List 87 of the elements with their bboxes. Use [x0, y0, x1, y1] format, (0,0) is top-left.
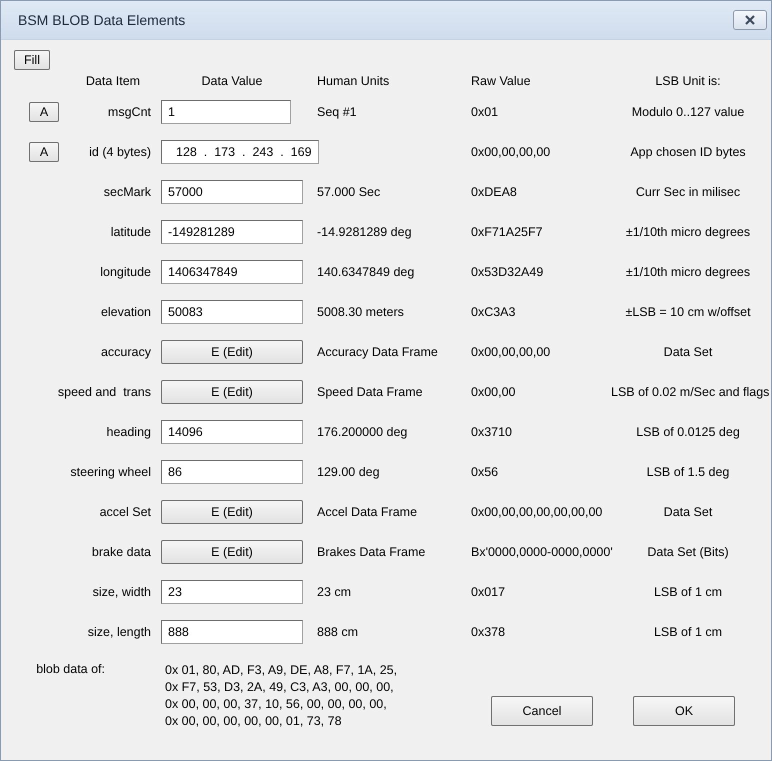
- raw-value: 0x378: [471, 625, 506, 639]
- value-field[interactable]: 14096: [161, 420, 303, 444]
- value-field[interactable]: 57000: [161, 180, 303, 204]
- blob-line: 0x 00, 00, 00, 00, 00, 01, 73, 78: [165, 713, 343, 730]
- blob-label: blob data of:: [35, 662, 106, 678]
- raw-value: 0x00,00,00,00,00,00,00: [471, 505, 604, 519]
- raw-value: 0x00,00,00,00: [471, 345, 552, 359]
- raw-value: 0x017: [471, 585, 506, 599]
- raw-value: 0x00,00: [471, 385, 516, 399]
- value-field[interactable]: 50083: [161, 300, 303, 324]
- lsb-unit: Modulo 0..127 value: [630, 105, 746, 119]
- lsb-unit: LSB of 1 cm: [652, 625, 724, 639]
- edit-button[interactable]: E (Edit): [161, 380, 303, 404]
- human-units: Seq #1: [317, 105, 358, 119]
- lsb-unit: LSB of 1.5 deg: [646, 465, 730, 479]
- raw-value: 0xF71A25F7: [471, 225, 544, 239]
- item-label: size, width: [92, 585, 152, 599]
- raw-value: 0xDEA8: [471, 185, 518, 199]
- human-units: 57.000 Sec: [317, 185, 382, 199]
- human-units: 23 cm: [317, 585, 352, 599]
- raw-value: 0x3710: [471, 425, 514, 439]
- lsb-unit: LSB of 0.0125 deg: [635, 425, 741, 439]
- human-units: -14.9281289 deg: [317, 225, 413, 239]
- item-label: accuracy: [100, 345, 152, 359]
- window-title: BSM BLOB Data Elements: [18, 12, 186, 28]
- item-label: accel Set: [100, 505, 152, 519]
- item-label: speed and trans: [58, 385, 152, 399]
- raw-value: Bx'0000,0000-0000,0000': [471, 545, 611, 559]
- dialog-button[interactable]: Cancel: [491, 696, 593, 726]
- human-units: Brakes Data Frame: [317, 545, 426, 559]
- value-field[interactable]: -149281289: [161, 220, 303, 244]
- edit-button[interactable]: E (Edit): [161, 500, 303, 524]
- human-units: Accel Data Frame: [317, 505, 418, 519]
- value-field[interactable]: 888: [161, 620, 303, 644]
- raw-value: 0x53D32A49: [471, 265, 544, 279]
- raw-value: 0xC3A3: [471, 305, 516, 319]
- item-label: id (4 bytes): [89, 145, 152, 159]
- column-header: LSB Unit is:: [654, 74, 722, 88]
- item-label: steering wheel: [70, 465, 152, 479]
- column-header: Raw Value: [471, 74, 532, 88]
- blob-line: 0x F7, 53, D3, 2A, 49, C3, A3, 00, 00, 00,: [165, 679, 395, 696]
- human-units: 176.200000 deg: [317, 425, 408, 439]
- lsb-unit: Curr Sec in milisec: [634, 185, 742, 199]
- value-field[interactable]: 86: [161, 460, 303, 484]
- close-button[interactable]: [733, 10, 767, 30]
- item-label: size, length: [88, 625, 152, 639]
- lsb-unit: LSB of 0.02 m/Sec and flags: [611, 385, 770, 399]
- lsb-unit: ±1/10th micro degrees: [624, 265, 752, 279]
- value-field[interactable]: 23: [161, 580, 303, 604]
- blob-line: 0x 00, 00, 00, 37, 10, 56, 00, 00, 00, 00,: [165, 696, 388, 713]
- close-icon: [744, 15, 756, 25]
- lsb-unit: Data Set: [662, 345, 714, 359]
- item-label: latitude: [110, 225, 152, 239]
- assist-button[interactable]: A: [29, 142, 59, 162]
- human-units: 129.00 deg: [317, 465, 381, 479]
- edit-button[interactable]: E (Edit): [161, 540, 303, 564]
- human-units: 888 cm: [317, 625, 359, 639]
- raw-value: 0x00,00,00,00: [471, 145, 552, 159]
- human-units: Speed Data Frame: [317, 385, 424, 399]
- item-label: elevation: [100, 305, 152, 319]
- item-label: brake data: [92, 545, 152, 559]
- lsb-unit: Data Set: [662, 505, 714, 519]
- lsb-unit: ±1/10th micro degrees: [624, 225, 752, 239]
- item-label: heading: [106, 425, 152, 439]
- blob-line: 0x 01, 80, AD, F3, A9, DE, A8, F7, 1A, 25,: [165, 662, 398, 679]
- item-label: longitude: [100, 265, 152, 279]
- raw-value: 0x01: [471, 105, 500, 119]
- fill-button[interactable]: Fill: [14, 50, 50, 70]
- human-units: Accuracy Data Frame: [317, 345, 439, 359]
- item-label: secMark: [104, 185, 152, 199]
- lsb-unit: App chosen ID bytes: [629, 145, 747, 159]
- edit-button[interactable]: E (Edit): [161, 340, 303, 364]
- assist-button[interactable]: A: [29, 102, 59, 122]
- dialog-button[interactable]: OK: [633, 696, 735, 726]
- column-header: Data Item: [84, 74, 142, 88]
- item-label: msgCnt: [108, 105, 152, 119]
- value-field[interactable]: 1406347849: [161, 260, 303, 284]
- raw-value: 0x56: [471, 465, 500, 479]
- lsb-unit: LSB of 1 cm: [652, 585, 724, 599]
- human-units: 5008.30 meters: [317, 305, 405, 319]
- value-field[interactable]: 1: [161, 100, 291, 124]
- human-units: 140.6347849 deg: [317, 265, 416, 279]
- column-header: Data Value: [200, 74, 264, 88]
- address-field[interactable]: 128 . 173 . 243 . 169: [161, 140, 319, 164]
- lsb-unit: Data Set (Bits): [646, 545, 730, 559]
- column-header: Human Units: [317, 74, 390, 88]
- lsb-unit: ±LSB = 10 cm w/offset: [624, 305, 752, 319]
